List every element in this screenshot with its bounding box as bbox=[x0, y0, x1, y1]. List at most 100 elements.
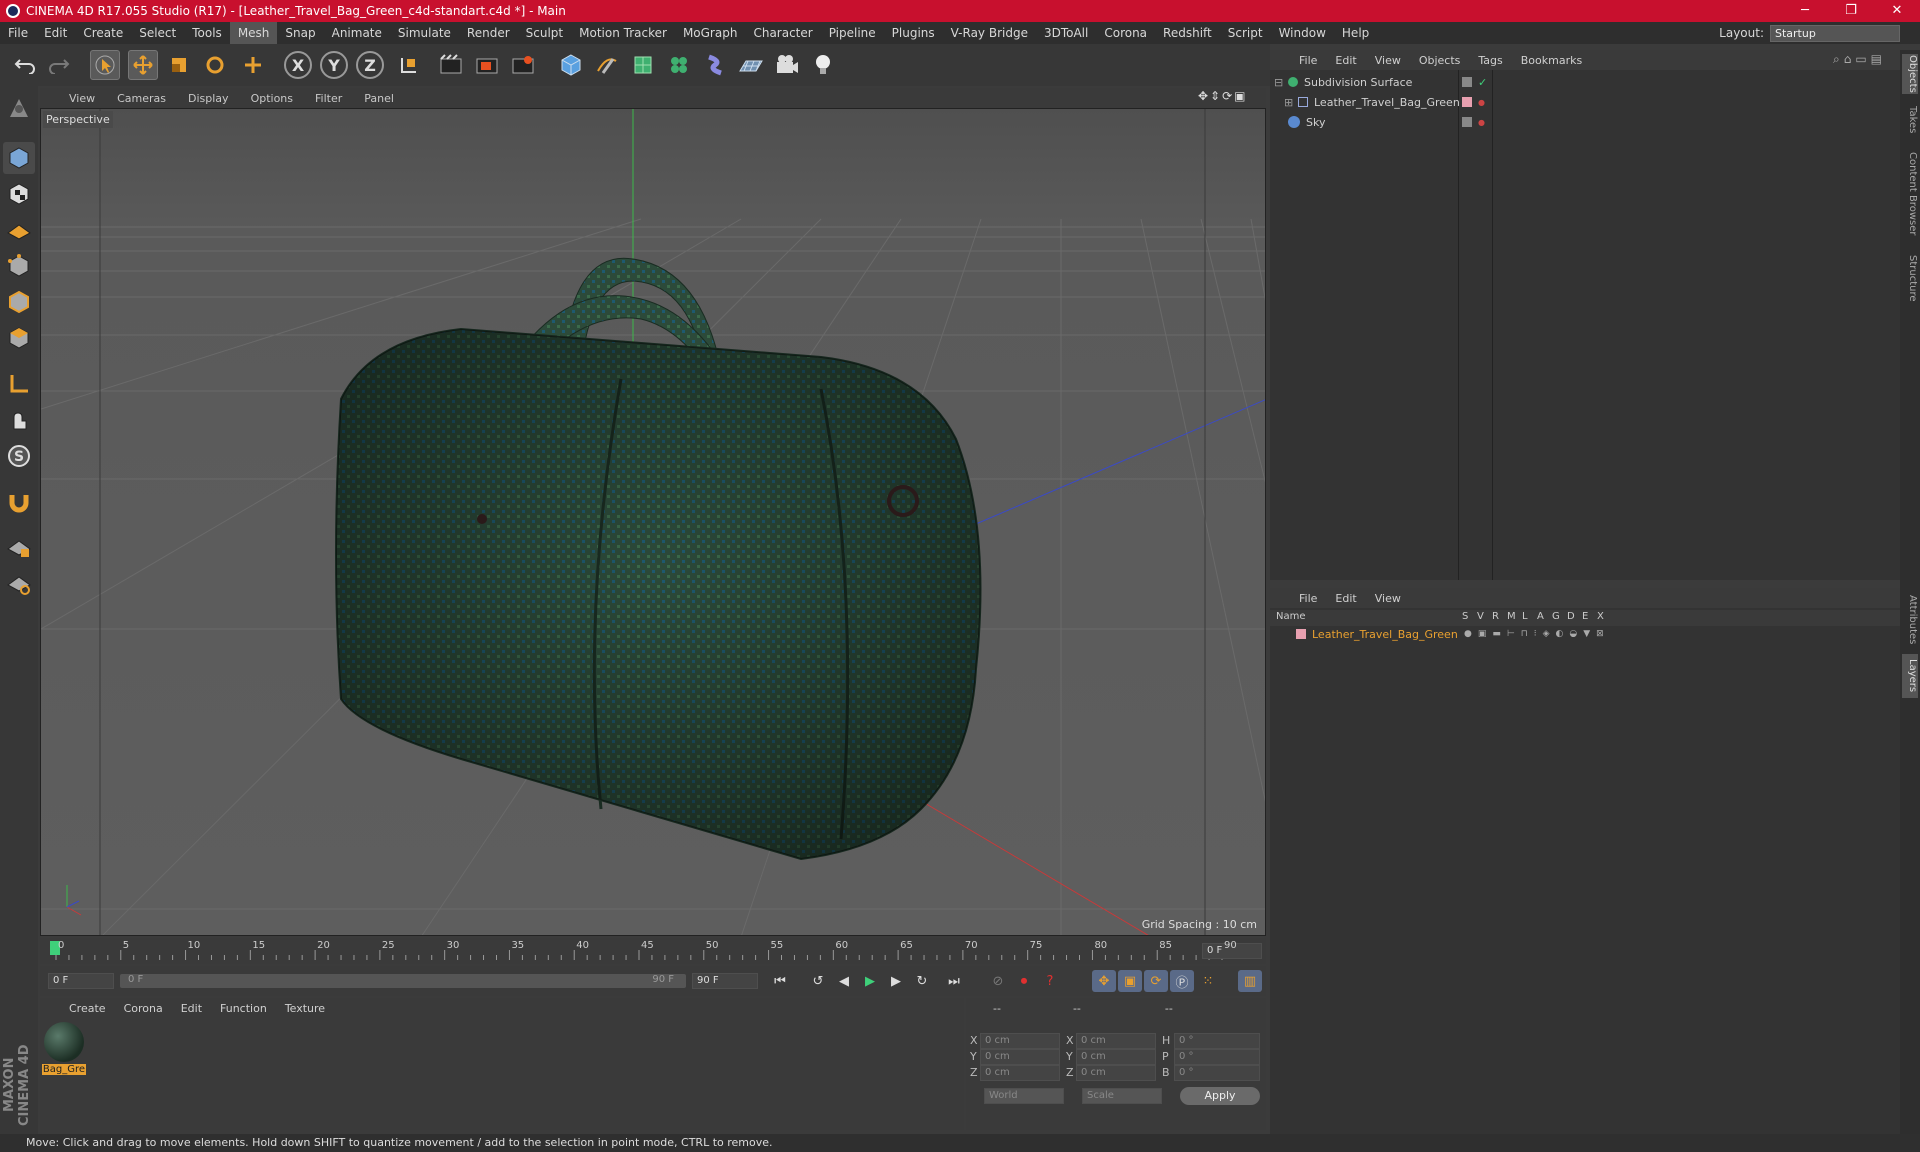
visibility-dots-icon[interactable]: ● bbox=[1478, 98, 1485, 107]
key-rotation-icon[interactable]: ⟳ bbox=[1144, 970, 1168, 992]
make-editable-icon[interactable] bbox=[3, 92, 35, 124]
light-icon[interactable] bbox=[808, 50, 838, 80]
object-menu-view[interactable]: View bbox=[1366, 54, 1410, 67]
menu-mograph[interactable]: MoGraph bbox=[675, 22, 746, 44]
layer-tag-icon[interactable] bbox=[1462, 117, 1472, 127]
viewport-menu-filter[interactable]: Filter bbox=[304, 92, 353, 105]
redo-icon[interactable] bbox=[44, 50, 74, 80]
keyframe-selection-icon[interactable]: ? bbox=[1038, 970, 1062, 992]
layer-menu-edit[interactable]: Edit bbox=[1326, 592, 1365, 605]
size-y-field[interactable]: 0 cm bbox=[1076, 1049, 1156, 1065]
rotation-p-field[interactable]: 0 ° bbox=[1174, 1049, 1260, 1065]
close-button[interactable]: ✕ bbox=[1874, 0, 1920, 22]
size-z-field[interactable]: 0 cm bbox=[1076, 1065, 1156, 1081]
goto-end-icon[interactable]: ⏭ bbox=[942, 970, 966, 992]
rotation-b-field[interactable]: 0 ° bbox=[1174, 1065, 1260, 1081]
layer-color-swatch[interactable] bbox=[1296, 629, 1306, 639]
material-menu-corona[interactable]: Corona bbox=[115, 1002, 172, 1015]
menu-v-ray-bridge[interactable]: V-Ray Bridge bbox=[943, 22, 1036, 44]
object-menu-tags[interactable]: Tags bbox=[1469, 54, 1511, 67]
rotate-icon[interactable] bbox=[200, 50, 230, 80]
tab-attributes[interactable]: Attributes bbox=[1902, 590, 1918, 650]
layer-tag-icon[interactable] bbox=[1462, 77, 1472, 87]
menu-simulate[interactable]: Simulate bbox=[390, 22, 459, 44]
layout-dropdown[interactable]: Startup bbox=[1770, 24, 1900, 42]
cube-icon[interactable] bbox=[556, 50, 586, 80]
object-menu-edit[interactable]: Edit bbox=[1326, 54, 1365, 67]
layer-tag-icon[interactable] bbox=[1462, 97, 1472, 107]
render-view-icon[interactable] bbox=[436, 50, 466, 80]
render-settings-icon[interactable] bbox=[508, 50, 538, 80]
key-pla-icon[interactable]: ⁙ bbox=[1196, 970, 1220, 992]
key-parameter-icon[interactable]: Ⓟ bbox=[1170, 970, 1194, 992]
expand-icon[interactable]: ⊟ bbox=[1274, 76, 1288, 89]
minimize-button[interactable]: ─ bbox=[1782, 0, 1828, 22]
object-row-bag[interactable]: ⊞ Leather_Travel_Bag_Green ● bbox=[1270, 92, 1900, 112]
pen-icon[interactable] bbox=[592, 50, 622, 80]
layer-row[interactable]: Leather_Travel_Bag_Green ●▣▬⊢⊓⁝◈◐◒▼⊠ bbox=[1270, 626, 1900, 642]
start-frame-field[interactable]: 0 F bbox=[48, 973, 114, 989]
tab-content-browser[interactable]: Content Browser bbox=[1902, 144, 1918, 244]
floor-icon[interactable] bbox=[736, 50, 766, 80]
move-icon[interactable] bbox=[128, 50, 158, 80]
menu-tools[interactable]: Tools bbox=[184, 22, 230, 44]
x-axis-icon[interactable]: X bbox=[284, 51, 312, 79]
axis-mode-icon[interactable] bbox=[3, 368, 35, 400]
menu-animate[interactable]: Animate bbox=[324, 22, 390, 44]
solo-icon[interactable]: S bbox=[3, 440, 35, 472]
goto-next-key-icon[interactable]: ↻ bbox=[910, 970, 934, 992]
menu-select[interactable]: Select bbox=[131, 22, 184, 44]
tweak-mode-icon[interactable] bbox=[3, 404, 35, 436]
expand-icon[interactable]: ⊞ bbox=[1284, 96, 1298, 109]
end-frame-field[interactable]: 90 F bbox=[692, 973, 758, 989]
position-x-field[interactable]: 0 cm bbox=[980, 1033, 1060, 1049]
frame-range-slider[interactable]: 0 F 90 F bbox=[120, 974, 686, 988]
layer-menu-view[interactable]: View bbox=[1366, 592, 1410, 605]
viewport-menu-options[interactable]: Options bbox=[240, 92, 304, 105]
tab-structure[interactable]: Structure bbox=[1902, 248, 1918, 308]
menu-render[interactable]: Render bbox=[459, 22, 518, 44]
material-menu-create[interactable]: Create bbox=[60, 1002, 115, 1015]
viewport-perspective[interactable]: Perspective Grid Spacing : 10 cm bbox=[40, 108, 1266, 936]
object-manager-tools[interactable]: ⌕⌂▭▤ bbox=[1833, 52, 1886, 67]
enabled-check-icon[interactable]: ✓ bbox=[1478, 76, 1487, 89]
menu-create[interactable]: Create bbox=[75, 22, 131, 44]
points-mode-icon[interactable] bbox=[3, 250, 35, 282]
autokey-icon[interactable]: ⏺ bbox=[1012, 970, 1036, 992]
key-position-icon[interactable]: ✥ bbox=[1092, 970, 1116, 992]
menu-corona[interactable]: Corona bbox=[1096, 22, 1155, 44]
menu-snap[interactable]: Snap bbox=[277, 22, 323, 44]
menu-sculpt[interactable]: Sculpt bbox=[518, 22, 571, 44]
tab-layers[interactable]: Layers bbox=[1902, 654, 1918, 698]
timeline-window-icon[interactable]: ▥ bbox=[1238, 970, 1262, 992]
menu-character[interactable]: Character bbox=[745, 22, 820, 44]
goto-prev-key-icon[interactable]: ↺ bbox=[806, 970, 830, 992]
material-menu-function[interactable]: Function bbox=[211, 1002, 276, 1015]
camera-icon[interactable] bbox=[772, 50, 802, 80]
y-axis-icon[interactable]: Y bbox=[320, 51, 348, 79]
viewport-nav-icons[interactable]: ✥⇕⟳▣ bbox=[1198, 89, 1248, 103]
edges-mode-icon[interactable] bbox=[3, 286, 35, 318]
tab-objects[interactable]: Objects bbox=[1902, 54, 1918, 94]
object-menu-bookmarks[interactable]: Bookmarks bbox=[1512, 54, 1591, 67]
viewport-label[interactable]: Perspective bbox=[43, 111, 113, 128]
snap-workplane-icon[interactable] bbox=[3, 568, 35, 600]
object-menu-file[interactable]: File bbox=[1290, 54, 1326, 67]
record-keys-icon[interactable]: ⊘ bbox=[986, 970, 1010, 992]
menu-pipeline[interactable]: Pipeline bbox=[821, 22, 884, 44]
step-forward-icon[interactable]: ▶ bbox=[884, 970, 908, 992]
object-menu-objects[interactable]: Objects bbox=[1410, 54, 1470, 67]
menu-redshift[interactable]: Redshift bbox=[1155, 22, 1220, 44]
lock-workplane-icon[interactable] bbox=[3, 532, 35, 564]
viewport-menu-display[interactable]: Display bbox=[177, 92, 240, 105]
menu-help[interactable]: Help bbox=[1334, 22, 1377, 44]
rotation-h-field[interactable]: 0 ° bbox=[1174, 1033, 1260, 1049]
position-z-field[interactable]: 0 cm bbox=[980, 1065, 1060, 1081]
tab-takes[interactable]: Takes bbox=[1902, 100, 1918, 140]
layer-menu-file[interactable]: File bbox=[1290, 592, 1326, 605]
key-scale-icon[interactable]: ▣ bbox=[1118, 970, 1142, 992]
step-back-icon[interactable]: ◀ bbox=[832, 970, 856, 992]
move-plus-icon[interactable] bbox=[238, 50, 268, 80]
cloner-icon[interactable] bbox=[664, 50, 694, 80]
menu-edit[interactable]: Edit bbox=[36, 22, 75, 44]
